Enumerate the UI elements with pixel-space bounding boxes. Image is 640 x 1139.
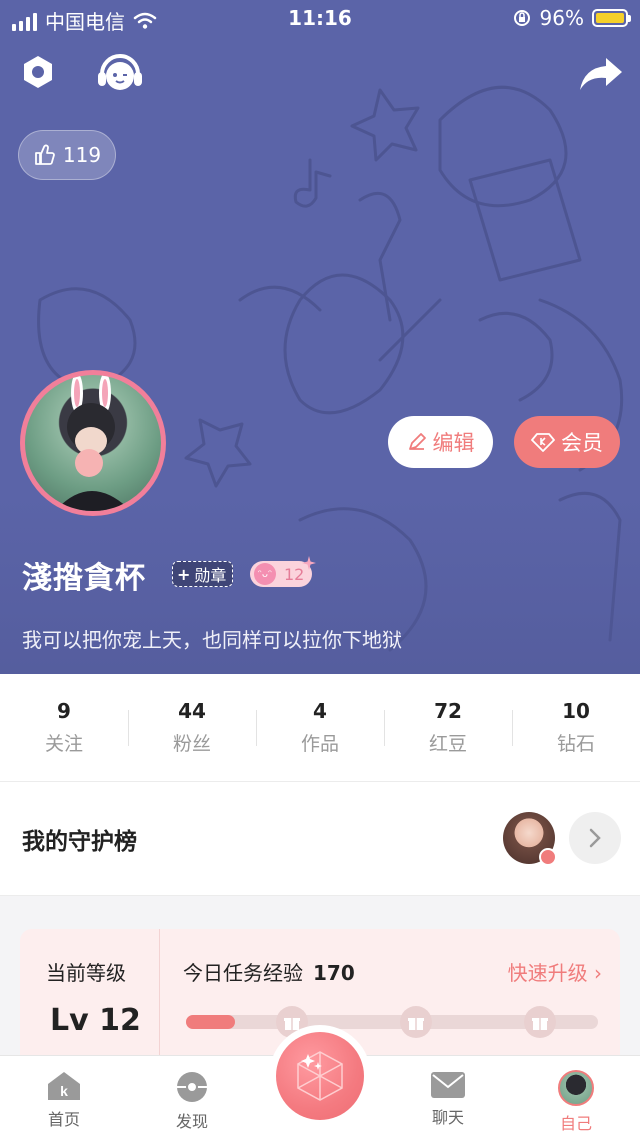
guardian-avatar[interactable] xyxy=(503,812,557,866)
tab-me[interactable]: 自己 xyxy=(536,1070,616,1134)
tab-chat[interactable]: 聊天 xyxy=(408,1070,488,1128)
gem-facets-icon xyxy=(297,1051,343,1101)
exp-progress-bar xyxy=(186,1006,598,1038)
stat-number: 72 xyxy=(434,699,462,723)
stat-red-beans[interactable]: 72 红豆 xyxy=(384,674,512,781)
tab-label: 首页 xyxy=(47,1110,80,1129)
task-exp-value: 170 xyxy=(313,961,355,985)
stat-number: 4 xyxy=(313,699,327,723)
guardian-title: 我的守护榜 xyxy=(22,829,137,855)
exp-progress-fill xyxy=(186,1015,236,1029)
stat-label: 粉丝 xyxy=(172,733,211,755)
level-caption: 当前等级 xyxy=(46,961,126,985)
stats-row: 9 关注 44 粉丝 4 作品 72 红豆 10 钻石 xyxy=(0,674,640,782)
plus-icon: + xyxy=(177,564,191,584)
chat-icon xyxy=(431,1072,465,1098)
battery-icon xyxy=(592,9,631,27)
center-gem-icon xyxy=(276,1032,364,1120)
tab-label: 聊天 xyxy=(431,1108,464,1127)
stat-works[interactable]: 4 作品 xyxy=(256,674,384,781)
profile-bio: 我可以把你宠上天，也同样可以拉你下地狱 xyxy=(22,628,402,652)
guardian-badge-icon xyxy=(539,848,557,866)
level-face-icon: ᵔᴗᵔ xyxy=(254,563,276,585)
fast-upgrade-label: 快速升级 xyxy=(507,961,588,985)
status-bar: 中国电信 11:16 96% xyxy=(0,0,640,40)
stat-following[interactable]: 9 关注 xyxy=(0,674,128,781)
pencil-icon xyxy=(408,433,426,450)
stat-number: 10 xyxy=(562,699,590,723)
discover-icon xyxy=(177,1072,207,1102)
center-create-button[interactable] xyxy=(269,1025,371,1127)
tab-label: 自己 xyxy=(559,1114,592,1133)
stat-label: 红豆 xyxy=(428,733,467,755)
tab-home[interactable]: k 首页 xyxy=(24,1070,104,1130)
stat-diamonds[interactable]: 10 钻石 xyxy=(512,674,640,781)
vip-diamond-icon xyxy=(531,433,555,452)
rotation-lock-icon xyxy=(513,10,530,26)
vip-label: 会员 xyxy=(561,431,603,455)
settings-icon[interactable] xyxy=(20,54,56,90)
stat-label: 钻石 xyxy=(556,733,595,755)
home-k-icon: k xyxy=(48,1072,80,1100)
gift-icon[interactable] xyxy=(524,1006,556,1038)
thumbs-up-icon xyxy=(35,144,55,165)
share-icon[interactable] xyxy=(578,56,624,92)
svg-text:k: k xyxy=(60,1083,68,1099)
gift-icon[interactable] xyxy=(400,1006,432,1038)
task-exp: 今日任务经验 170 xyxy=(183,957,355,986)
battery-percent: 96% xyxy=(539,6,584,30)
edit-profile-button[interactable]: 编辑 xyxy=(388,416,493,468)
likes-count: 119 xyxy=(62,143,102,167)
chevron-right-icon: › xyxy=(594,961,602,985)
headphone-face-icon[interactable] xyxy=(96,50,144,94)
username: 淺揝貪杯 xyxy=(22,561,146,596)
medal-badge[interactable]: + 勋章 xyxy=(172,561,234,587)
tab-discover[interactable]: 发现 xyxy=(152,1070,232,1132)
stat-label: 作品 xyxy=(300,733,339,755)
medal-label: 勋章 xyxy=(194,566,227,585)
tab-label: 发现 xyxy=(175,1112,208,1131)
level-value: Lv 12 xyxy=(50,1003,141,1038)
task-exp-label: 今日任务经验 xyxy=(183,961,303,985)
sparkle-icon xyxy=(302,556,316,570)
chevron-right-icon xyxy=(589,828,601,848)
me-avatar-icon xyxy=(558,1070,594,1106)
likes-pill[interactable]: 119 xyxy=(18,130,116,180)
fast-upgrade-link[interactable]: 快速升级 › xyxy=(508,957,602,986)
guardian-list-row[interactable]: 我的守护榜 xyxy=(0,782,640,896)
stat-number: 9 xyxy=(57,699,71,723)
avatar-image xyxy=(55,375,131,511)
profile-header: 中国电信 11:16 96% 119 编辑 会员 淺揝貪杯 + 勋章 ᵔᴗᵔ 1… xyxy=(0,0,640,674)
edit-label: 编辑 xyxy=(432,431,475,455)
stat-fans[interactable]: 44 粉丝 xyxy=(128,674,256,781)
stat-number: 44 xyxy=(178,699,206,723)
profile-avatar[interactable] xyxy=(20,370,166,516)
stat-label: 关注 xyxy=(44,733,83,755)
guardian-arrow-button[interactable] xyxy=(569,812,621,864)
vip-button[interactable]: 会员 xyxy=(514,416,620,468)
